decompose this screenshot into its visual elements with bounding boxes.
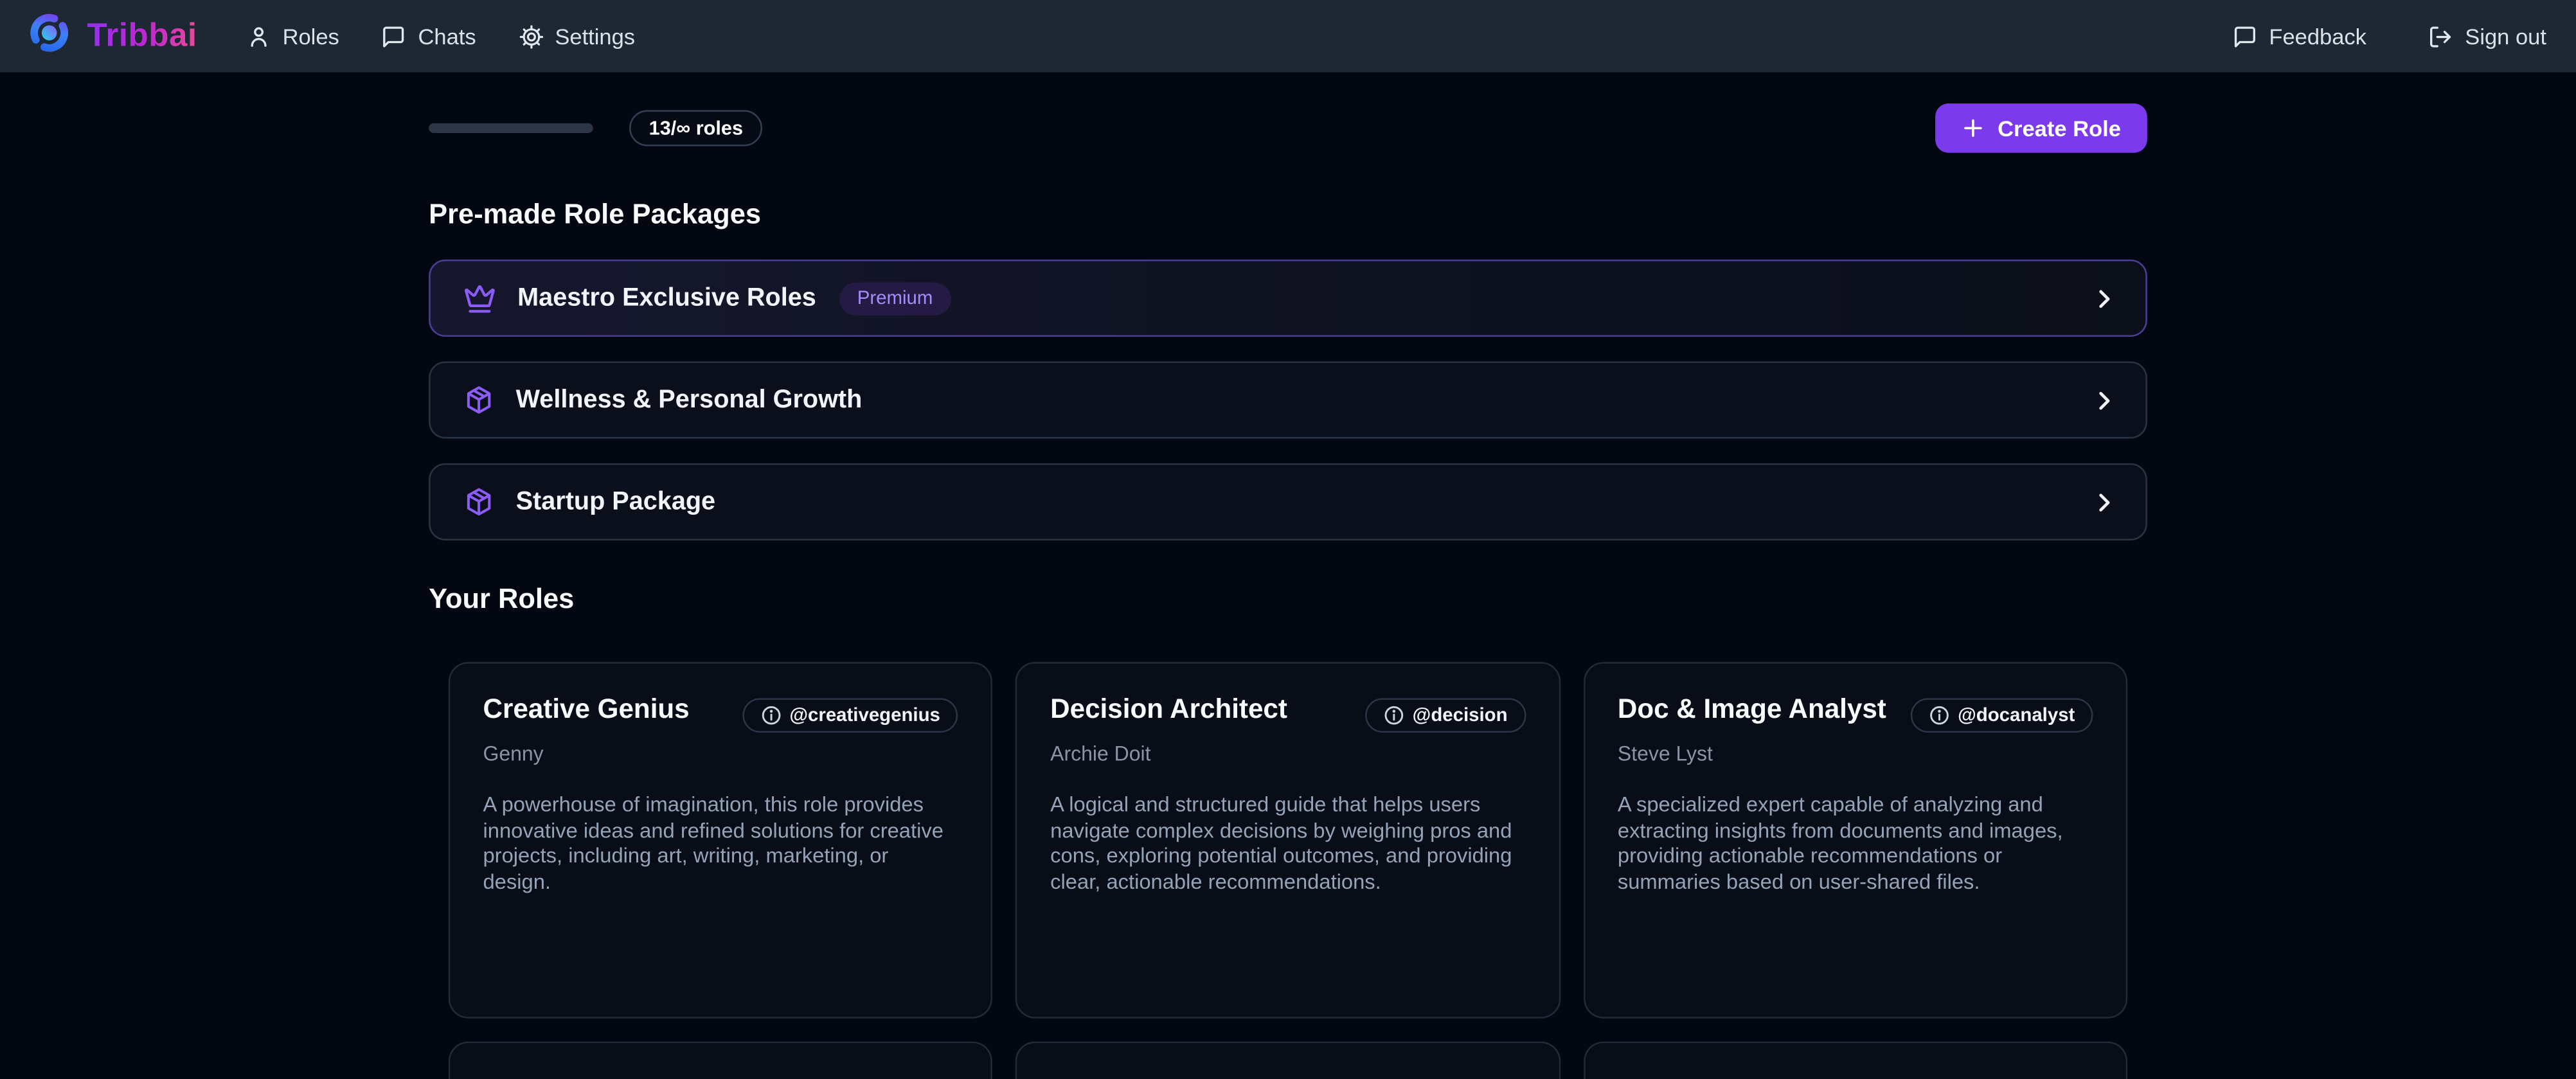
tribbai-logo-icon — [26, 9, 73, 63]
role-description: A logical and structured guide that help… — [1050, 792, 1526, 895]
app-root: Tribbai Roles Chats — [0, 0, 2576, 1053]
nav-item-settings[interactable]: Settings — [519, 24, 635, 48]
premium-badge: Premium — [839, 281, 951, 314]
create-role-label: Create Role — [1998, 116, 2121, 140]
sign-out-icon — [2429, 24, 2453, 48]
sign-out-button[interactable]: Sign out — [2429, 24, 2546, 48]
role-card-stub[interactable] — [1016, 1042, 1561, 1079]
role-handle-badge[interactable]: @decision — [1365, 698, 1526, 733]
role-title: Decision Architect — [1050, 695, 1287, 726]
role-handle-badge[interactable]: @docanalyst — [1910, 698, 2093, 733]
create-role-button[interactable]: Create Role — [1935, 103, 2147, 153]
main-content: 13/∞ roles Create Role Pre-made Role Pac… — [429, 72, 2147, 1079]
role-card-stub[interactable] — [1583, 1042, 2127, 1079]
role-cards-grid: Creative Genius @creativegenius Genny A … — [429, 662, 2147, 1019]
package-row-startup[interactable]: Startup Package — [429, 463, 2147, 540]
package-title: Wellness & Personal Growth — [516, 385, 863, 415]
primary-nav: Roles Chats — [246, 24, 2233, 48]
role-title: Creative Genius — [483, 695, 689, 726]
role-subtitle: Genny — [483, 742, 958, 765]
role-subtitle: Steve Lyst — [1618, 742, 2093, 765]
package-row-wellness[interactable]: Wellness & Personal Growth — [429, 361, 2147, 438]
nav-label: Settings — [555, 24, 635, 48]
feedback-bubble-icon — [2233, 24, 2257, 48]
roles-usage-progress-bar — [429, 123, 593, 133]
top-navigation-bar: Tribbai Roles Chats — [0, 0, 2576, 72]
role-card-creative-genius[interactable]: Creative Genius @creativegenius Genny A … — [449, 662, 993, 1019]
role-card-stub[interactable] — [449, 1042, 993, 1079]
roles-usage-header: 13/∞ roles Create Role — [429, 103, 2147, 153]
your-roles-heading: Your Roles — [429, 587, 2147, 613]
topbar-right: Feedback Sign out — [2233, 24, 2546, 48]
brand-name: Tribbai — [87, 17, 197, 55]
role-handle-badge[interactable]: @creativegenius — [742, 698, 958, 733]
user-icon — [246, 24, 271, 48]
role-handle: @decision — [1413, 706, 1508, 726]
chat-icon — [382, 24, 406, 48]
package-list: Maestro Exclusive Roles Premium Wellness… — [429, 260, 2147, 540]
role-subtitle: Archie Doit — [1050, 742, 1526, 765]
info-icon — [1383, 705, 1404, 726]
role-handle: @docanalyst — [1958, 706, 2075, 726]
role-description: A specialized expert capable of analyzin… — [1618, 792, 2093, 895]
info-icon — [1928, 705, 1949, 726]
role-card-decision-architect[interactable]: Decision Architect @decision Archie Doit… — [1016, 662, 1561, 1019]
package-icon — [463, 384, 495, 416]
package-row-maestro[interactable]: Maestro Exclusive Roles Premium — [429, 260, 2147, 337]
nav-item-roles[interactable]: Roles — [246, 24, 339, 48]
packages-heading: Pre-made Role Packages — [429, 202, 2147, 228]
roles-count-badge: 13/∞ roles — [629, 110, 763, 146]
role-description: A powerhouse of imagination, this role p… — [483, 792, 958, 895]
role-handle: @creativegenius — [789, 706, 940, 726]
nav-label: Chats — [418, 24, 476, 48]
package-icon — [463, 486, 495, 518]
nav-item-chats[interactable]: Chats — [382, 24, 476, 48]
info-icon — [760, 705, 781, 726]
feedback-button[interactable]: Feedback — [2233, 24, 2366, 48]
gear-icon — [519, 24, 543, 48]
sign-out-label: Sign out — [2465, 24, 2546, 48]
crown-icon — [463, 281, 496, 314]
role-title: Doc & Image Analyst — [1618, 695, 1886, 726]
package-title: Startup Package — [516, 487, 715, 517]
nav-label: Roles — [283, 24, 339, 48]
chevron-right-icon — [2089, 385, 2119, 415]
brand-logo[interactable]: Tribbai — [26, 9, 197, 63]
feedback-label: Feedback — [2269, 24, 2366, 48]
chevron-right-icon — [2089, 283, 2119, 313]
plus-icon — [1962, 116, 1985, 139]
role-cards-next-row — [429, 1042, 2147, 1079]
package-title: Maestro Exclusive Roles — [517, 283, 816, 313]
chevron-right-icon — [2089, 487, 2119, 517]
role-card-doc-image-analyst[interactable]: Doc & Image Analyst @docanalyst Steve Ly… — [1583, 662, 2127, 1019]
